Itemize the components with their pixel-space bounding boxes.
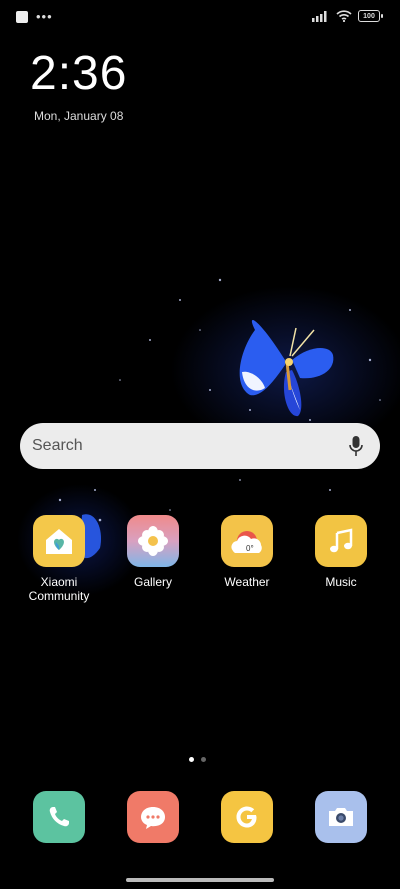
page-dot[interactable] — [201, 757, 206, 762]
notification-square-icon — [16, 11, 28, 23]
app-label: Music — [325, 575, 357, 589]
app-xiaomi-community[interactable]: Xiaomi Community — [12, 515, 106, 603]
music-icon[interactable] — [315, 515, 367, 567]
weather-icon[interactable]: 0° — [221, 515, 273, 567]
battery-level: 100 — [363, 12, 375, 20]
xiaomi-community-icon[interactable] — [33, 515, 85, 567]
app-label: Weather — [224, 575, 270, 589]
weather-temp: 0° — [246, 544, 254, 553]
app-label: Gallery — [133, 575, 172, 589]
dock-messages-icon[interactable] — [127, 791, 179, 843]
search-input[interactable] — [32, 437, 346, 455]
clock-date[interactable]: Mon, January 08 — [34, 109, 123, 123]
home-gesture-bar[interactable] — [126, 878, 274, 882]
wifi-icon — [336, 10, 352, 22]
dock-google-icon[interactable] — [221, 791, 273, 843]
app-weather[interactable]: 0° Weather — [200, 515, 294, 589]
gallery-icon[interactable] — [127, 515, 179, 567]
app-label: Xiaomi Community — [28, 575, 90, 603]
dock-phone-icon[interactable] — [33, 791, 85, 843]
page-indicator[interactable] — [189, 757, 206, 762]
dock-camera-icon[interactable] — [315, 791, 367, 843]
battery-icon: 100 — [358, 10, 383, 22]
mic-icon[interactable] — [346, 434, 366, 458]
clock-time[interactable]: 2:36 — [30, 48, 127, 100]
search-bar[interactable] — [20, 423, 380, 469]
app-gallery[interactable]: Gallery — [106, 515, 200, 589]
status-bar: ••• 100 — [0, 0, 400, 36]
app-music[interactable]: Music — [294, 515, 388, 589]
page-dot-active[interactable] — [189, 757, 194, 762]
more-notifications-icon: ••• — [36, 9, 53, 24]
signal-icon — [312, 11, 327, 22]
